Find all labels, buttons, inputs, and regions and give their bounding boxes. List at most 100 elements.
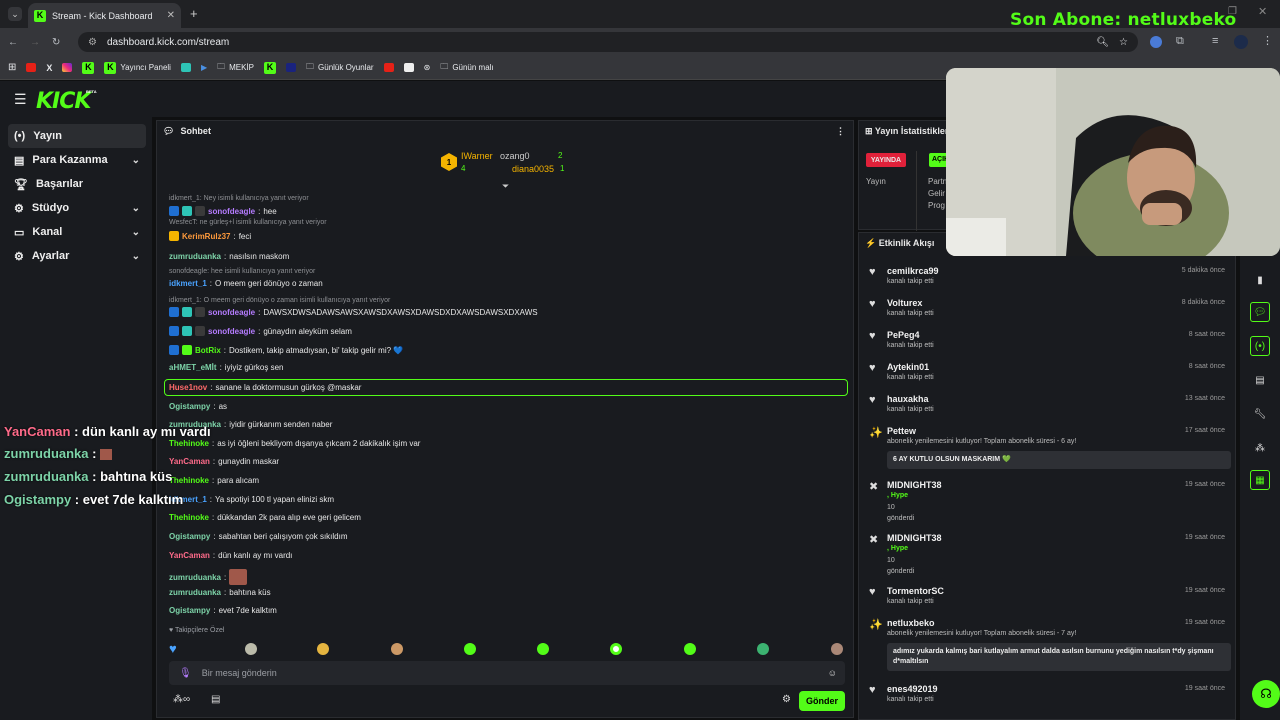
close-tab-icon[interactable]: ✕ — [167, 10, 175, 21]
chat-message[interactable]: Thehinoke: as iyi öğleni bekliyom dışanya… — [169, 439, 420, 448]
activity-event[interactable]: ♥ hauxakha kanalı takip etti 13 saat önce — [869, 394, 1231, 424]
kick-bookmark-icon[interactable]: K — [264, 61, 277, 74]
chat-message[interactable]: aHMET_eMİt: iyiyiz gürkoş sen — [169, 363, 283, 372]
calendar-bookmark-icon[interactable] — [286, 63, 297, 72]
instagram-bookmark-icon[interactable] — [62, 63, 73, 72]
activity-event[interactable]: ♥ cemilkrca99 kanalı takip etti 5 dakika ön… — [869, 266, 1231, 296]
microphone-icon[interactable]: 🎙︎ — [179, 668, 192, 679]
event-username[interactable]: TormentorSC — [887, 586, 944, 596]
url-field[interactable]: ⚙ dashboard.kick.com/stream 🔍︎ ☆ — [78, 32, 1138, 52]
chat-username[interactable]: Ogistampy — [169, 532, 210, 541]
activity-event[interactable]: ✨ netluxbeko abonelik yenilemesini kutluyo… — [869, 618, 1231, 671]
sidebar-item-ayarlar[interactable]: ⚙ Ayarlar ⌄ — [8, 244, 146, 268]
activity-event[interactable]: ♥ enes492019 kanalı takip etti 19 saat önce — [869, 684, 1231, 714]
kick-logo[interactable]: KICK — [36, 89, 91, 114]
emote-icon[interactable] — [464, 643, 476, 655]
chat-username[interactable]: idkmert_1 — [169, 279, 207, 288]
play-bookmark-icon[interactable]: ▶ — [201, 63, 207, 72]
profile-avatar[interactable] — [1234, 35, 1248, 49]
emote-icon[interactable] — [831, 643, 843, 655]
chat-username[interactable]: Huse1nov — [169, 383, 207, 392]
emote-icon[interactable] — [317, 643, 329, 655]
event-username[interactable]: PePeg4 — [887, 330, 920, 340]
chat-username[interactable]: zumruduanka — [169, 573, 221, 582]
chat-message[interactable]: YanCaman: gunaydin maskar — [169, 457, 279, 466]
chat-message[interactable]: zumruduanka: nasılsın maskom — [169, 252, 289, 261]
chat-message[interactable]: KerimRulz37: feci — [169, 231, 251, 241]
chat-message[interactable]: Huse1nov: sanane la doktormusun gürkoş @m… — [169, 383, 361, 392]
chat-message[interactable]: sonofdeagle: hee — [169, 206, 277, 216]
sidebar-item-yayin[interactable]: (•) Yayın — [8, 124, 146, 148]
chat-message[interactable]: YanCaman: dün kanlı ay mı vardı — [169, 551, 292, 560]
reload-icon[interactable]: ↻ — [52, 37, 60, 48]
event-username[interactable]: MIDNIGHT38 — [887, 480, 942, 490]
emote-icon[interactable] — [537, 643, 549, 655]
x-bookmark-icon[interactable]: X — [46, 63, 52, 73]
zoom-icon[interactable]: 🔍︎ — [1096, 37, 1109, 48]
bookmark-yayinci-paneli[interactable]: K Yayıncı Paneli — [104, 61, 171, 74]
layout-icon[interactable]: ▤ — [1250, 370, 1270, 390]
chat-username[interactable]: YanCaman — [169, 457, 210, 466]
chat-input[interactable]: 🎙︎ Bir mesaj gönderin ☺ — [169, 661, 845, 685]
chat-options-icon[interactable]: ⋮ — [836, 126, 845, 137]
chat-message[interactable]: Thehinoke: dükkandan 2k para alıp eve ger… — [169, 513, 361, 522]
event-username[interactable]: Pettew — [887, 426, 916, 436]
chat-settings-icon[interactable]: ⚙ — [782, 694, 791, 705]
chat-username[interactable]: Ogistampy — [169, 606, 210, 615]
activity-event[interactable]: ✖ MIDNIGHT38 , Hype 19 saat önce 10 gönderdi — [869, 533, 1231, 575]
leader-3-name[interactable]: diana0035 — [512, 164, 554, 174]
apps-grid-icon[interactable]: ⊞ — [8, 62, 16, 73]
chat-username[interactable]: Thehinoke — [169, 513, 209, 522]
new-tab-icon[interactable]: + — [190, 6, 198, 21]
points-icon[interactable]: ⁂∞ — [173, 694, 190, 705]
hamburger-menu-icon[interactable]: ☰ — [14, 91, 27, 108]
image-bookmark-icon[interactable] — [403, 63, 414, 72]
event-username[interactable]: cemilkrca99 — [887, 266, 939, 276]
chat-username[interactable]: Thehinoke — [169, 476, 209, 485]
chat-message[interactable]: BotRix: Dostikem, takip atmadıysan, bi' t… — [169, 345, 403, 355]
chat-username[interactable]: zumruduanka — [169, 588, 221, 597]
bookmark-star-icon[interactable]: ☆ — [1119, 37, 1128, 48]
bookmark-folder-gunun-mali[interactable]: 🗀 Günün malı — [440, 61, 493, 75]
youtube-bookmark-icon[interactable] — [383, 63, 394, 72]
chat-username[interactable]: Thehinoke — [169, 439, 209, 448]
clapper-icon[interactable]: ▦ — [1250, 470, 1270, 490]
chatgpt-bookmark-icon[interactable]: ⊛ — [424, 63, 431, 72]
sidebar-item-basarilar[interactable]: 🏆︎ Başarılar — [8, 172, 146, 196]
chat-message[interactable]: zumruduanka: bahtına küs — [169, 588, 271, 597]
expand-leaderboard-icon[interactable]: ⏷ — [502, 181, 509, 192]
chat-username[interactable]: aHMET_eMİt — [169, 363, 217, 372]
bookmark-folder-gunluk-oyunlar[interactable]: 🗀 Günlük Oyunlar — [306, 61, 374, 75]
event-username[interactable]: MIDNIGHT38 — [887, 533, 942, 543]
chat-username[interactable]: KerimRulz37 — [182, 232, 230, 241]
activity-event[interactable]: ♥ Volturex kanalı takip etti 8 dakika önce — [869, 298, 1231, 328]
help-support-icon[interactable]: ☊ — [1252, 680, 1280, 708]
chat-username[interactable]: YanCaman — [169, 551, 210, 560]
activity-event[interactable]: ♥ TormentorSC kanalı takip etti 19 saat önc… — [869, 586, 1231, 616]
forward-icon[interactable]: → — [30, 37, 40, 48]
site-info-icon[interactable]: ⚙ — [88, 37, 97, 48]
event-username[interactable]: Aytekin01 — [887, 362, 929, 372]
chat-message[interactable]: Ogistampy: sabahtan beri çalışıyom çok sı… — [169, 532, 348, 541]
kick-bookmark-icon[interactable]: K — [82, 61, 95, 74]
emote-icon[interactable] — [684, 643, 696, 655]
browser-menu-icon[interactable]: ⋮ — [1262, 34, 1273, 47]
app-bookmark-icon[interactable] — [180, 63, 191, 72]
chat-username[interactable]: BotRix — [195, 346, 221, 355]
event-username[interactable]: enes492019 — [887, 684, 938, 694]
chat-message[interactable]: idkmert_1: Ya spotiyi 100 tl yapan eliniz… — [169, 495, 334, 504]
event-username[interactable]: hauxakha — [887, 394, 929, 404]
chat-username[interactable]: Ogistampy — [169, 402, 210, 411]
chat-username[interactable]: zumruduanka — [169, 252, 221, 261]
broadcast-panel-toggle-icon[interactable]: (•) — [1250, 336, 1270, 356]
chat-message[interactable]: sonofdeagle: DAWSXDWSADAWSAWSXAWSDXAWSXDA… — [169, 307, 538, 317]
extension-icon[interactable] — [1150, 36, 1162, 48]
sidebar-item-studyo[interactable]: ⚙ Stüdyo ⌄ — [8, 196, 146, 220]
emote-icon[interactable] — [610, 643, 622, 655]
tab-list-icon[interactable]: ⌄ — [8, 7, 22, 21]
connections-icon[interactable]: ⁂ — [1250, 438, 1270, 458]
activity-event[interactable]: ♥ PePeg4 kanalı takip etti 8 saat önce — [869, 330, 1231, 360]
heart-emote-icon[interactable]: ♥ — [169, 641, 177, 656]
sidebar-item-kanal[interactable]: ▭ Kanal ⌄ — [8, 220, 146, 244]
chat-message[interactable]: zumruduanka: — [169, 569, 250, 585]
